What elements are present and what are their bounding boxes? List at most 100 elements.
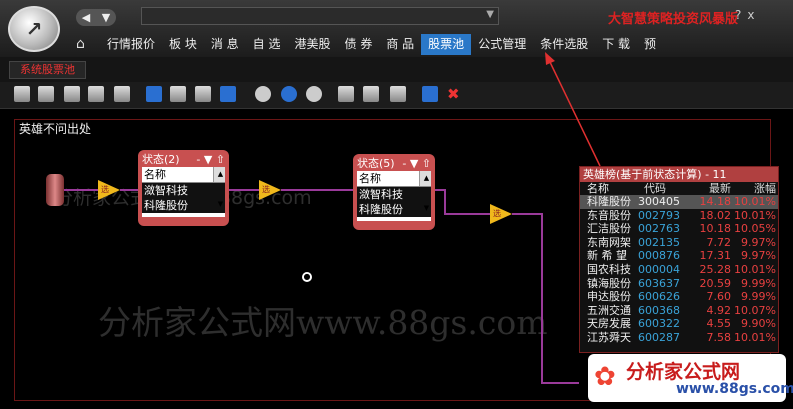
stock-price: 20.59 [699, 276, 732, 290]
list-item[interactable]: 潋智科技 [357, 187, 431, 202]
stock-price: 18.02 [699, 208, 732, 222]
edit-icon[interactable] [88, 86, 104, 102]
stock-code: 600322 [638, 317, 680, 331]
stock-name: 国农科技 [587, 262, 631, 276]
list-item[interactable]: 科隆股份 [357, 202, 431, 217]
stock-change: 10.01% [734, 330, 776, 344]
scrollbar[interactable]: ▲ ▼ [213, 167, 225, 208]
menu-item[interactable]: 股票池 [421, 34, 472, 55]
menu-item[interactable]: 商 品 [379, 34, 421, 55]
state-title-buttons[interactable]: - ▼ ⇧ [196, 152, 225, 167]
logo-url: www.88gs.com [676, 381, 793, 397]
stock-name: 江苏舜天 [587, 330, 631, 344]
back-nav[interactable]: ◀ ▼ [76, 9, 116, 26]
back-icon[interactable]: ◀ [82, 11, 90, 24]
connector [64, 189, 98, 191]
menu-item[interactable]: 行情报价 [100, 34, 162, 55]
table-row[interactable]: 申达股份 600626 7.60 9.99% [580, 290, 778, 304]
connector [541, 382, 579, 384]
stock-change: 9.97% [741, 249, 776, 263]
column-header[interactable]: 代码 [638, 182, 688, 195]
trigger-node[interactable]: 选 [490, 204, 512, 224]
trigger-node[interactable]: 选 [98, 180, 120, 200]
menu-item[interactable]: 债 券 [338, 34, 380, 55]
connector [281, 189, 355, 191]
state-title: 状态(5) [357, 157, 395, 170]
align-left-icon[interactable] [170, 86, 186, 102]
trigger-node[interactable]: 选 [259, 180, 281, 200]
step-icon[interactable] [255, 86, 271, 102]
stop-icon[interactable] [306, 86, 322, 102]
new-icon[interactable] [14, 86, 30, 102]
stock-change: 10.01% [734, 262, 776, 276]
connector [541, 213, 543, 383]
state-title-buttons[interactable]: - ▼ ⇧ [402, 156, 431, 171]
tab-system-stock-pool[interactable]: 系统股票池 [9, 61, 86, 79]
stock-change: 10.07% [734, 303, 776, 317]
stock-price: 7.58 [706, 330, 732, 344]
list-item[interactable]: 科隆股份 [142, 198, 225, 213]
stock-price: 10.18 [699, 222, 732, 236]
menu-item[interactable]: 预 [637, 34, 663, 55]
open-icon[interactable] [38, 86, 54, 102]
table-row[interactable]: 汇洁股份 002763 10.18 10.05% [580, 222, 778, 236]
menu-item[interactable]: 自 选 [246, 34, 288, 55]
help-icon[interactable]: ? [735, 8, 741, 22]
menu-item[interactable]: 消 息 [204, 34, 246, 55]
address-bar[interactable]: ▼ [141, 7, 499, 25]
layout-icon[interactable] [220, 86, 236, 102]
save-icon[interactable] [64, 86, 80, 102]
main-menu: 行情报价板 块消 息自 选港美股债 券商 品股票池 公式管理 条件选股下 载预 [100, 34, 663, 55]
result-table: 英雄榜(基于前状态计算) - 11 名称 代码 最新 涨幅 科隆股份 300405… [579, 166, 779, 353]
table-row[interactable]: 江苏舜天 600287 7.58 10.01% [580, 331, 778, 345]
menu-item[interactable]: 港美股 [288, 34, 338, 55]
table-row[interactable]: 五洲交通 600368 4.92 10.07% [580, 304, 778, 318]
brand-title: 大智慧策略投资风暴版 [608, 12, 739, 27]
table-row[interactable]: 国农科技 000004 25.28 10.01% [580, 263, 778, 277]
menu-item[interactable]: 下 载 [595, 34, 637, 55]
column-header[interactable]: 名称 [580, 182, 638, 195]
stock-code: 002763 [638, 222, 680, 236]
column-header[interactable]: 涨幅 [731, 182, 776, 195]
delete-icon[interactable]: ✖ [447, 86, 463, 102]
close-icon[interactable]: x [747, 8, 754, 22]
menu-item[interactable]: 公式管理 [471, 34, 533, 55]
stock-change: 10.01% [734, 208, 776, 222]
state-node-2[interactable]: 状态(5) - ▼ ⇧ 名称 潋智科技 科隆股份 ▲ ▼ [353, 154, 435, 230]
state-node-1[interactable]: 状态(2) - ▼ ⇧ 名称 潋智科技 科隆股份 ▲ ▼ [138, 150, 229, 226]
menu-item[interactable]: 条件选股 [533, 34, 595, 55]
column-header[interactable]: 最新 [688, 182, 731, 195]
cursor-marker: ● [302, 272, 312, 282]
menu-item[interactable]: 板 块 [162, 34, 204, 55]
zoom-in-icon[interactable] [338, 86, 354, 102]
chevron-down-icon[interactable]: ▼ [486, 9, 494, 20]
table-row[interactable]: 科隆股份 300405 14.18 10.01% [580, 195, 778, 209]
table-row[interactable]: 东南网架 002135 7.72 9.97% [580, 236, 778, 250]
table-row[interactable]: 东音股份 002793 18.02 10.01% [580, 209, 778, 223]
copy-icon[interactable] [114, 86, 130, 102]
table-row[interactable]: 天房发展 600322 4.55 9.90% [580, 317, 778, 331]
database-icon[interactable] [46, 174, 64, 206]
app-logo: ↗ [8, 6, 60, 52]
frame-icon[interactable] [422, 86, 438, 102]
scrollbar[interactable]: ▲ ▼ [419, 171, 431, 212]
stock-code: 002135 [638, 235, 680, 249]
chevron-down-icon[interactable]: ▼ [102, 11, 110, 24]
zoom-out-icon[interactable] [363, 86, 379, 102]
trigger-label: 选 [493, 209, 501, 218]
align-icon[interactable] [146, 86, 162, 102]
home-icon[interactable]: ⌂ [76, 36, 85, 52]
stock-price: 7.72 [706, 235, 732, 249]
stock-price: 4.92 [706, 303, 732, 317]
window-controls: ? x [735, 8, 754, 22]
list-item[interactable]: 潋智科技 [142, 183, 225, 198]
stock-code: 000004 [638, 262, 680, 276]
stock-code: 300405 [638, 195, 680, 208]
table-row[interactable]: 新 希 望 000876 17.31 9.97% [580, 249, 778, 263]
watermark-big: 分析家公式网www.88gs.com [98, 303, 548, 342]
table-row[interactable]: 镇海股份 603637 20.59 9.99% [580, 277, 778, 291]
grid-icon[interactable] [390, 86, 406, 102]
align-bottom-icon[interactable] [195, 86, 211, 102]
table-header: 名称 代码 最新 涨幅 [580, 182, 778, 195]
pause-icon[interactable] [281, 86, 297, 102]
